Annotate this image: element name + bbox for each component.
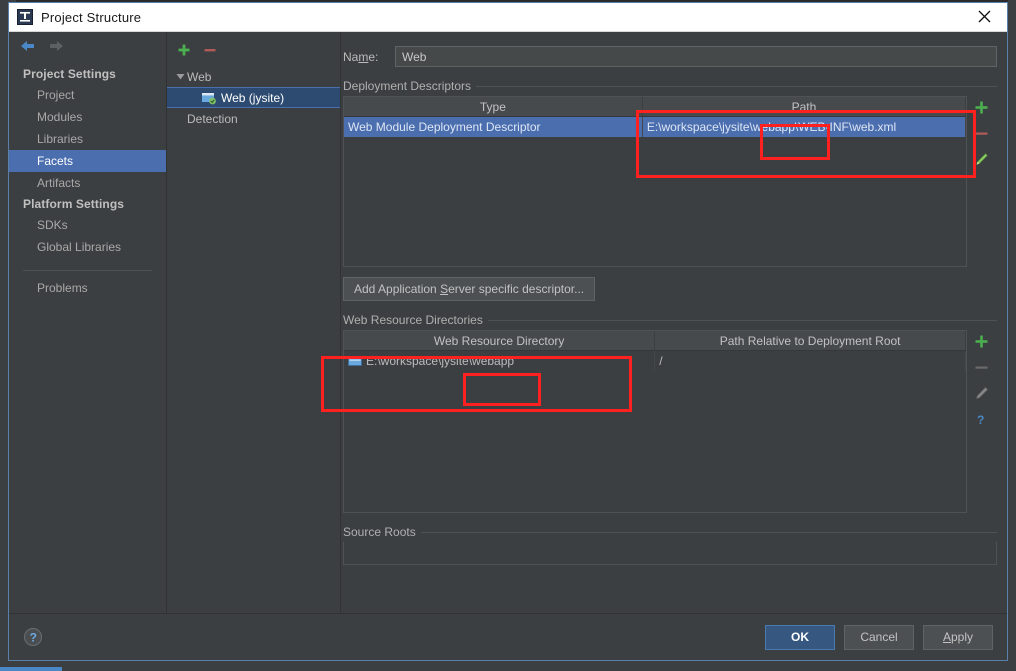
deployment-descriptors-section-title: Deployment Descriptors (343, 79, 997, 93)
apply-button[interactable]: Apply (923, 624, 993, 650)
arrow-forward-icon (47, 39, 65, 55)
column-header-path-relative[interactable]: Path Relative to Deployment Root (654, 331, 966, 351)
facet-settings-content: Name: Deployment Descriptors Type Path (341, 32, 1007, 613)
section-label: Deployment Descriptors (343, 79, 472, 93)
web-facet-icon (201, 90, 217, 106)
cell-relative-path: / (654, 350, 966, 371)
column-header-path[interactable]: Path (642, 97, 967, 117)
window-title: Project Structure (41, 9, 142, 25)
cell-descriptor-type: Web Module Deployment Descriptor (344, 116, 643, 137)
folder-icon (348, 355, 362, 367)
dialog-body: Project Settings Project Modules Librari… (9, 32, 1007, 613)
facet-tree: Web Web (jysite) Detection (167, 66, 340, 129)
sidebar-group-project-settings: Project Settings (23, 67, 116, 81)
name-row: Name: (341, 32, 1007, 67)
sidebar-item-modules[interactable]: Modules (9, 106, 166, 128)
sidebar-item-project[interactable]: Project (9, 84, 166, 106)
help-resource-dir-button[interactable]: ? (974, 412, 990, 428)
source-roots-section-title: Source Roots (343, 525, 997, 539)
deployment-descriptors-table: Type Path Web Module Deployment Descript… (344, 97, 967, 137)
remove-resource-dir-button[interactable] (974, 360, 990, 376)
sidebar-item-artifacts[interactable]: Artifacts (9, 172, 166, 194)
chevron-down-icon[interactable] (173, 70, 187, 84)
tree-node-web-jysite[interactable]: Web (jysite) (167, 87, 340, 108)
web-resource-directories-table-block: Web Resource Directory Path Relative to … (343, 330, 997, 513)
column-header-web-resource-directory[interactable]: Web Resource Directory (344, 331, 656, 351)
add-descriptor-button[interactable] (974, 100, 990, 116)
question-circle-icon[interactable]: ? (23, 627, 43, 647)
section-label: Web Resource Directories (343, 313, 483, 327)
taskbar-accent (0, 667, 62, 671)
source-roots-table[interactable] (343, 542, 997, 565)
tree-node-detection[interactable]: Detection (167, 108, 340, 129)
facet-tree-toolbar (167, 32, 340, 62)
cell-text: E:\workspace\jysite\webapp (366, 354, 515, 368)
web-resource-directories-section-title: Web Resource Directories (343, 313, 997, 327)
edit-resource-dir-button[interactable] (974, 386, 990, 402)
deployment-descriptors-tools (967, 96, 997, 267)
dialog-footer: ? OK Cancel Apply (9, 613, 1007, 660)
title-bar: Project Structure (9, 3, 1007, 32)
sidebar-list: Project Settings Project Modules Librari… (9, 62, 166, 299)
navigation-arrows (9, 32, 166, 62)
minus-icon[interactable] (203, 43, 217, 57)
web-resource-directories-tools: ? (967, 330, 997, 513)
intellij-idea-icon (17, 9, 33, 25)
svg-text:?: ? (977, 413, 984, 427)
plus-icon[interactable] (177, 43, 191, 57)
close-icon[interactable] (961, 3, 1007, 30)
cell-descriptor-path: E:\workspace\jysite\webapp\WEB-INF\web.x… (642, 116, 967, 137)
web-resource-directories-table-wrap: Web Resource Directory Path Relative to … (343, 330, 967, 513)
desktop-bottom-strip (0, 661, 1016, 671)
name-input[interactable] (395, 46, 997, 67)
ok-button[interactable]: OK (765, 624, 835, 650)
web-resource-directories-table: Web Resource Directory Path Relative to … (344, 331, 966, 371)
section-divider (487, 319, 997, 321)
sidebar-item-sdks[interactable]: SDKs (9, 214, 166, 236)
cell-web-resource-directory: E:\workspace\jysite\webapp (344, 350, 656, 371)
arrow-back-icon[interactable] (19, 39, 37, 55)
table-row[interactable]: E:\workspace\jysite\webapp / (344, 350, 966, 371)
deployment-descriptors-table-wrap: Type Path Web Module Deployment Descript… (343, 96, 967, 267)
cancel-button[interactable]: Cancel (844, 624, 914, 650)
deployment-descriptors-table-block: Type Path Web Module Deployment Descript… (343, 96, 997, 267)
tree-node-web-group[interactable]: Web (167, 66, 340, 87)
tree-node-label: Web (187, 69, 212, 84)
column-header-type[interactable]: Type (344, 97, 643, 117)
sidebar-divider (23, 270, 152, 271)
svg-text:?: ? (30, 631, 37, 645)
sidebar-item-libraries[interactable]: Libraries (9, 128, 166, 150)
desktop-right-strip (1008, 0, 1016, 671)
tree-node-label: Detection (187, 111, 238, 126)
add-app-server-descriptor-button[interactable]: Add Application Server specific descript… (343, 277, 596, 301)
table-header-row: Web Resource Directory Path Relative to … (344, 331, 966, 351)
pencil-icon[interactable] (974, 152, 990, 168)
sidebar-item-global-libraries[interactable]: Global Libraries (9, 236, 166, 258)
name-label: Name: (343, 49, 379, 64)
sidebar-item-facets[interactable]: Facets (9, 150, 166, 172)
remove-descriptor-button[interactable] (974, 126, 990, 142)
project-structure-dialog: Project Structure Project Settings Proje… (8, 2, 1008, 661)
section-divider (476, 85, 997, 87)
tree-no-chevron (173, 112, 187, 126)
add-app-server-descriptor-row: Add Application Server specific descript… (343, 277, 997, 301)
table-row[interactable]: Web Module Deployment Descriptor E:\work… (344, 116, 967, 137)
tree-node-label: Web (jysite) (221, 90, 285, 105)
add-resource-dir-button[interactable] (974, 334, 990, 350)
sidebar-group-platform-settings: Platform Settings (23, 197, 125, 211)
settings-sidebar: Project Settings Project Modules Librari… (9, 32, 167, 613)
sidebar-item-problems[interactable]: Problems (9, 277, 166, 299)
facet-tree-panel: Web Web (jysite) Detection (167, 32, 341, 613)
section-divider (420, 531, 997, 533)
table-header-row: Type Path (344, 97, 967, 117)
section-label: Source Roots (343, 525, 416, 539)
